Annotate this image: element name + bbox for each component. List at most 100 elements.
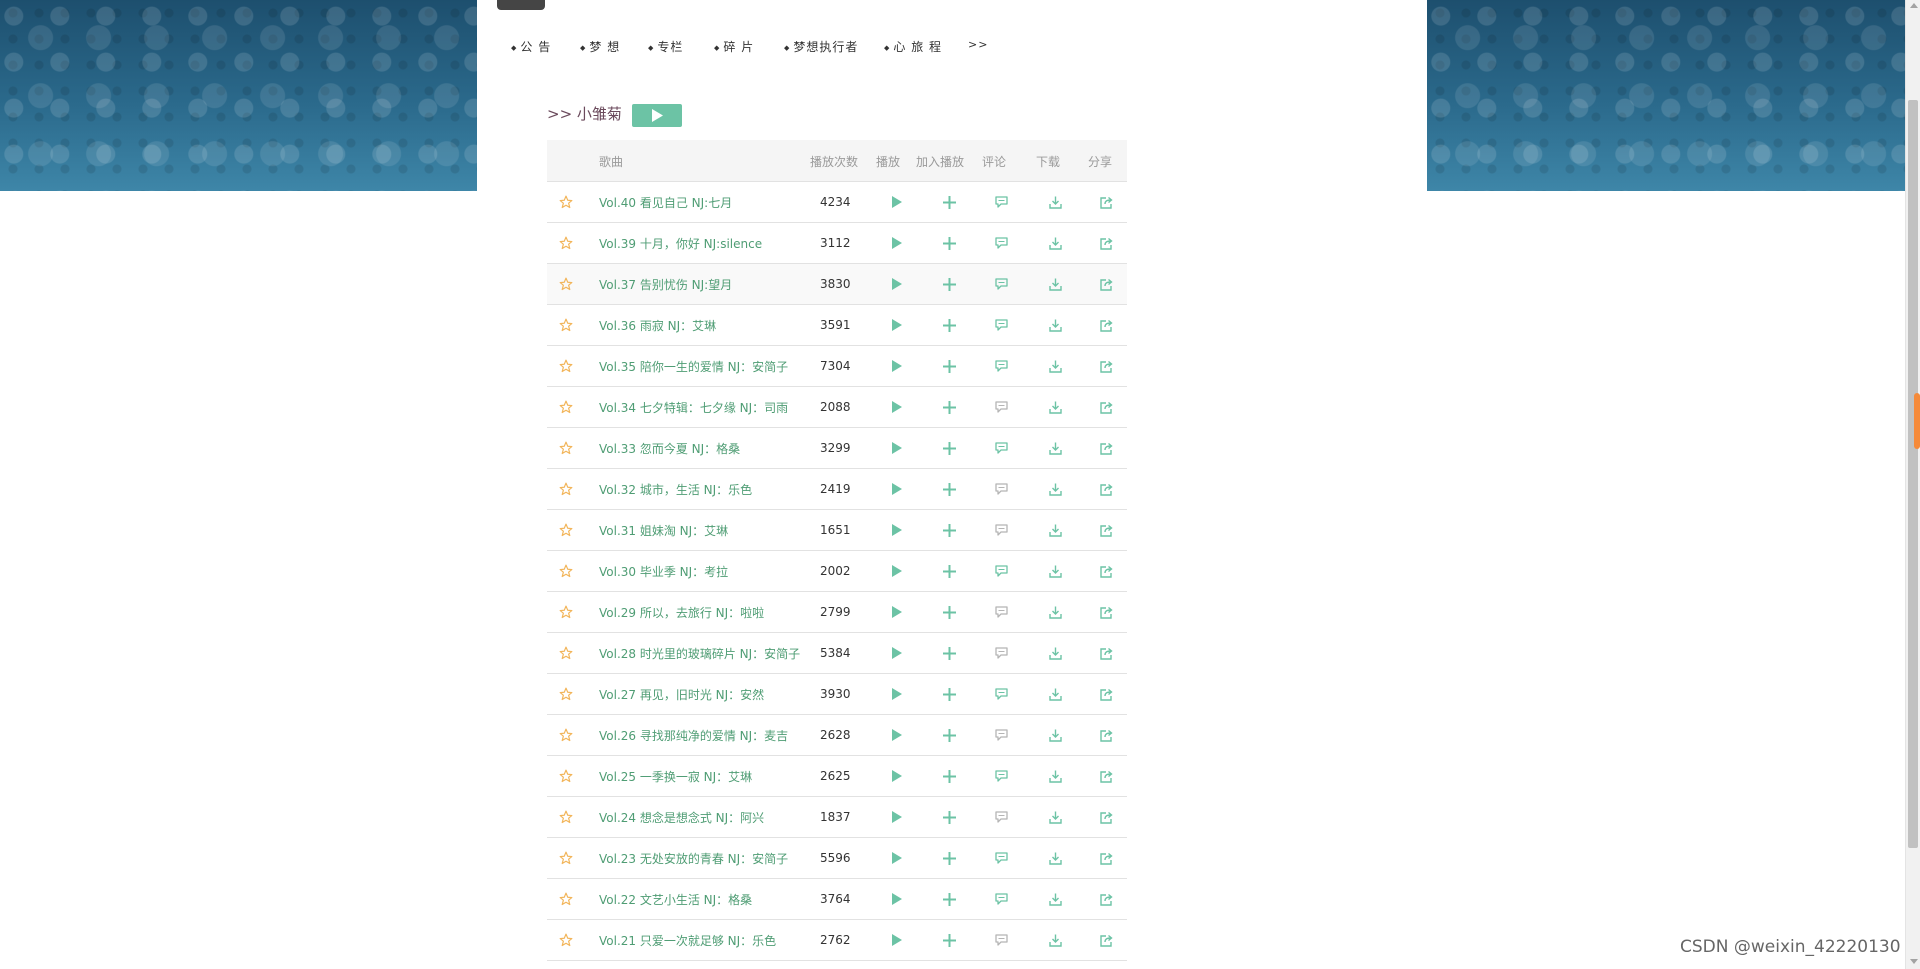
download-icon[interactable]	[1048, 893, 1062, 906]
song-title-link[interactable]: Vol.39 十月，你好 NJ:silence	[599, 223, 762, 263]
play-icon[interactable]	[891, 196, 902, 208]
add-to-playlist-icon[interactable]	[942, 933, 956, 947]
comment-icon[interactable]	[994, 688, 1008, 700]
comment-icon[interactable]	[994, 852, 1008, 864]
star-icon[interactable]	[559, 400, 573, 414]
share-icon[interactable]	[1099, 688, 1113, 701]
play-icon[interactable]	[891, 647, 902, 659]
play-icon[interactable]	[891, 278, 902, 290]
star-icon[interactable]	[559, 933, 573, 947]
share-icon[interactable]	[1099, 442, 1113, 455]
add-to-playlist-icon[interactable]	[942, 277, 956, 291]
star-icon[interactable]	[559, 482, 573, 496]
star-icon[interactable]	[559, 318, 573, 332]
star-icon[interactable]	[559, 441, 573, 455]
song-title-link[interactable]: Vol.25 一季换一寂 NJ：艾琳	[599, 756, 752, 796]
star-icon[interactable]	[559, 851, 573, 865]
nav-item-heart-journey[interactable]: ◆ 心 旅 程	[884, 38, 942, 55]
nav-item-fragments[interactable]: ◆ 碎 片	[714, 38, 754, 55]
add-to-playlist-icon[interactable]	[942, 810, 956, 824]
star-icon[interactable]	[559, 195, 573, 209]
star-icon[interactable]	[559, 892, 573, 906]
song-title-link[interactable]: Vol.35 陪你一生的爱情 NJ：安简子	[599, 346, 788, 386]
star-icon[interactable]	[559, 523, 573, 537]
star-icon[interactable]	[559, 564, 573, 578]
star-icon[interactable]	[559, 277, 573, 291]
star-icon[interactable]	[559, 359, 573, 373]
nav-item-announcement[interactable]: ◆ 公 告	[511, 38, 551, 55]
comment-icon[interactable]	[994, 319, 1008, 331]
scroll-down-arrow-icon[interactable]	[1910, 959, 1918, 964]
album-play-all-button[interactable]	[632, 104, 682, 127]
play-icon[interactable]	[891, 442, 902, 454]
add-to-playlist-icon[interactable]	[942, 318, 956, 332]
comment-icon[interactable]	[994, 565, 1008, 577]
star-icon[interactable]	[559, 769, 573, 783]
download-icon[interactable]	[1048, 770, 1062, 783]
add-to-playlist-icon[interactable]	[942, 359, 956, 373]
add-to-playlist-icon[interactable]	[942, 646, 956, 660]
song-title-link[interactable]: Vol.22 文艺小生活 NJ：格桑	[599, 879, 752, 919]
comment-icon[interactable]	[994, 811, 1008, 823]
add-to-playlist-icon[interactable]	[942, 400, 956, 414]
add-to-playlist-icon[interactable]	[942, 195, 956, 209]
add-to-playlist-icon[interactable]	[942, 892, 956, 906]
share-icon[interactable]	[1099, 237, 1113, 250]
share-icon[interactable]	[1099, 934, 1113, 947]
download-icon[interactable]	[1048, 606, 1062, 619]
play-icon[interactable]	[891, 770, 902, 782]
download-icon[interactable]	[1048, 442, 1062, 455]
star-icon[interactable]	[559, 646, 573, 660]
download-icon[interactable]	[1048, 483, 1062, 496]
add-to-playlist-icon[interactable]	[942, 482, 956, 496]
add-to-playlist-icon[interactable]	[942, 605, 956, 619]
scroll-up-arrow-icon[interactable]	[1910, 3, 1918, 8]
add-to-playlist-icon[interactable]	[942, 441, 956, 455]
comment-icon[interactable]	[994, 893, 1008, 905]
comment-icon[interactable]	[994, 524, 1008, 536]
add-to-playlist-icon[interactable]	[942, 523, 956, 537]
download-icon[interactable]	[1048, 196, 1062, 209]
song-title-link[interactable]: Vol.31 姐妹淘 NJ：艾琳	[599, 510, 728, 550]
play-icon[interactable]	[891, 360, 902, 372]
comment-icon[interactable]	[994, 278, 1008, 290]
share-icon[interactable]	[1099, 524, 1113, 537]
comment-icon[interactable]	[994, 729, 1008, 741]
share-icon[interactable]	[1099, 647, 1113, 660]
scrollbar-thumb[interactable]	[1908, 100, 1918, 848]
download-icon[interactable]	[1048, 647, 1062, 660]
comment-icon[interactable]	[994, 934, 1008, 946]
play-icon[interactable]	[891, 811, 902, 823]
song-title-link[interactable]: Vol.21 只爱一次就足够 NJ：乐色	[599, 920, 776, 960]
download-icon[interactable]	[1048, 524, 1062, 537]
song-title-link[interactable]: Vol.40 看见自己 NJ:七月	[599, 182, 732, 222]
download-icon[interactable]	[1048, 811, 1062, 824]
download-icon[interactable]	[1048, 401, 1062, 414]
song-title-link[interactable]: Vol.27 再见，旧时光 NJ：安然	[599, 674, 764, 714]
share-icon[interactable]	[1099, 852, 1113, 865]
download-icon[interactable]	[1048, 852, 1062, 865]
song-title-link[interactable]: Vol.26 寻找那纯净的爱情 NJ：麦吉	[599, 715, 788, 755]
share-icon[interactable]	[1099, 196, 1113, 209]
comment-icon[interactable]	[994, 401, 1008, 413]
share-icon[interactable]	[1099, 401, 1113, 414]
star-icon[interactable]	[559, 728, 573, 742]
download-icon[interactable]	[1048, 319, 1062, 332]
comment-icon[interactable]	[994, 360, 1008, 372]
download-icon[interactable]	[1048, 278, 1062, 291]
play-icon[interactable]	[891, 934, 902, 946]
nav-item-dream-executor[interactable]: ◆ 梦想执行者	[784, 38, 858, 55]
play-icon[interactable]	[891, 688, 902, 700]
star-icon[interactable]	[559, 687, 573, 701]
play-icon[interactable]	[891, 606, 902, 618]
nav-more-link[interactable]: >>	[968, 38, 988, 51]
comment-icon[interactable]	[994, 647, 1008, 659]
download-icon[interactable]	[1048, 360, 1062, 373]
play-icon[interactable]	[891, 319, 902, 331]
play-icon[interactable]	[891, 729, 902, 741]
download-icon[interactable]	[1048, 934, 1062, 947]
star-icon[interactable]	[559, 810, 573, 824]
download-icon[interactable]	[1048, 688, 1062, 701]
star-icon[interactable]	[559, 236, 573, 250]
comment-icon[interactable]	[994, 770, 1008, 782]
